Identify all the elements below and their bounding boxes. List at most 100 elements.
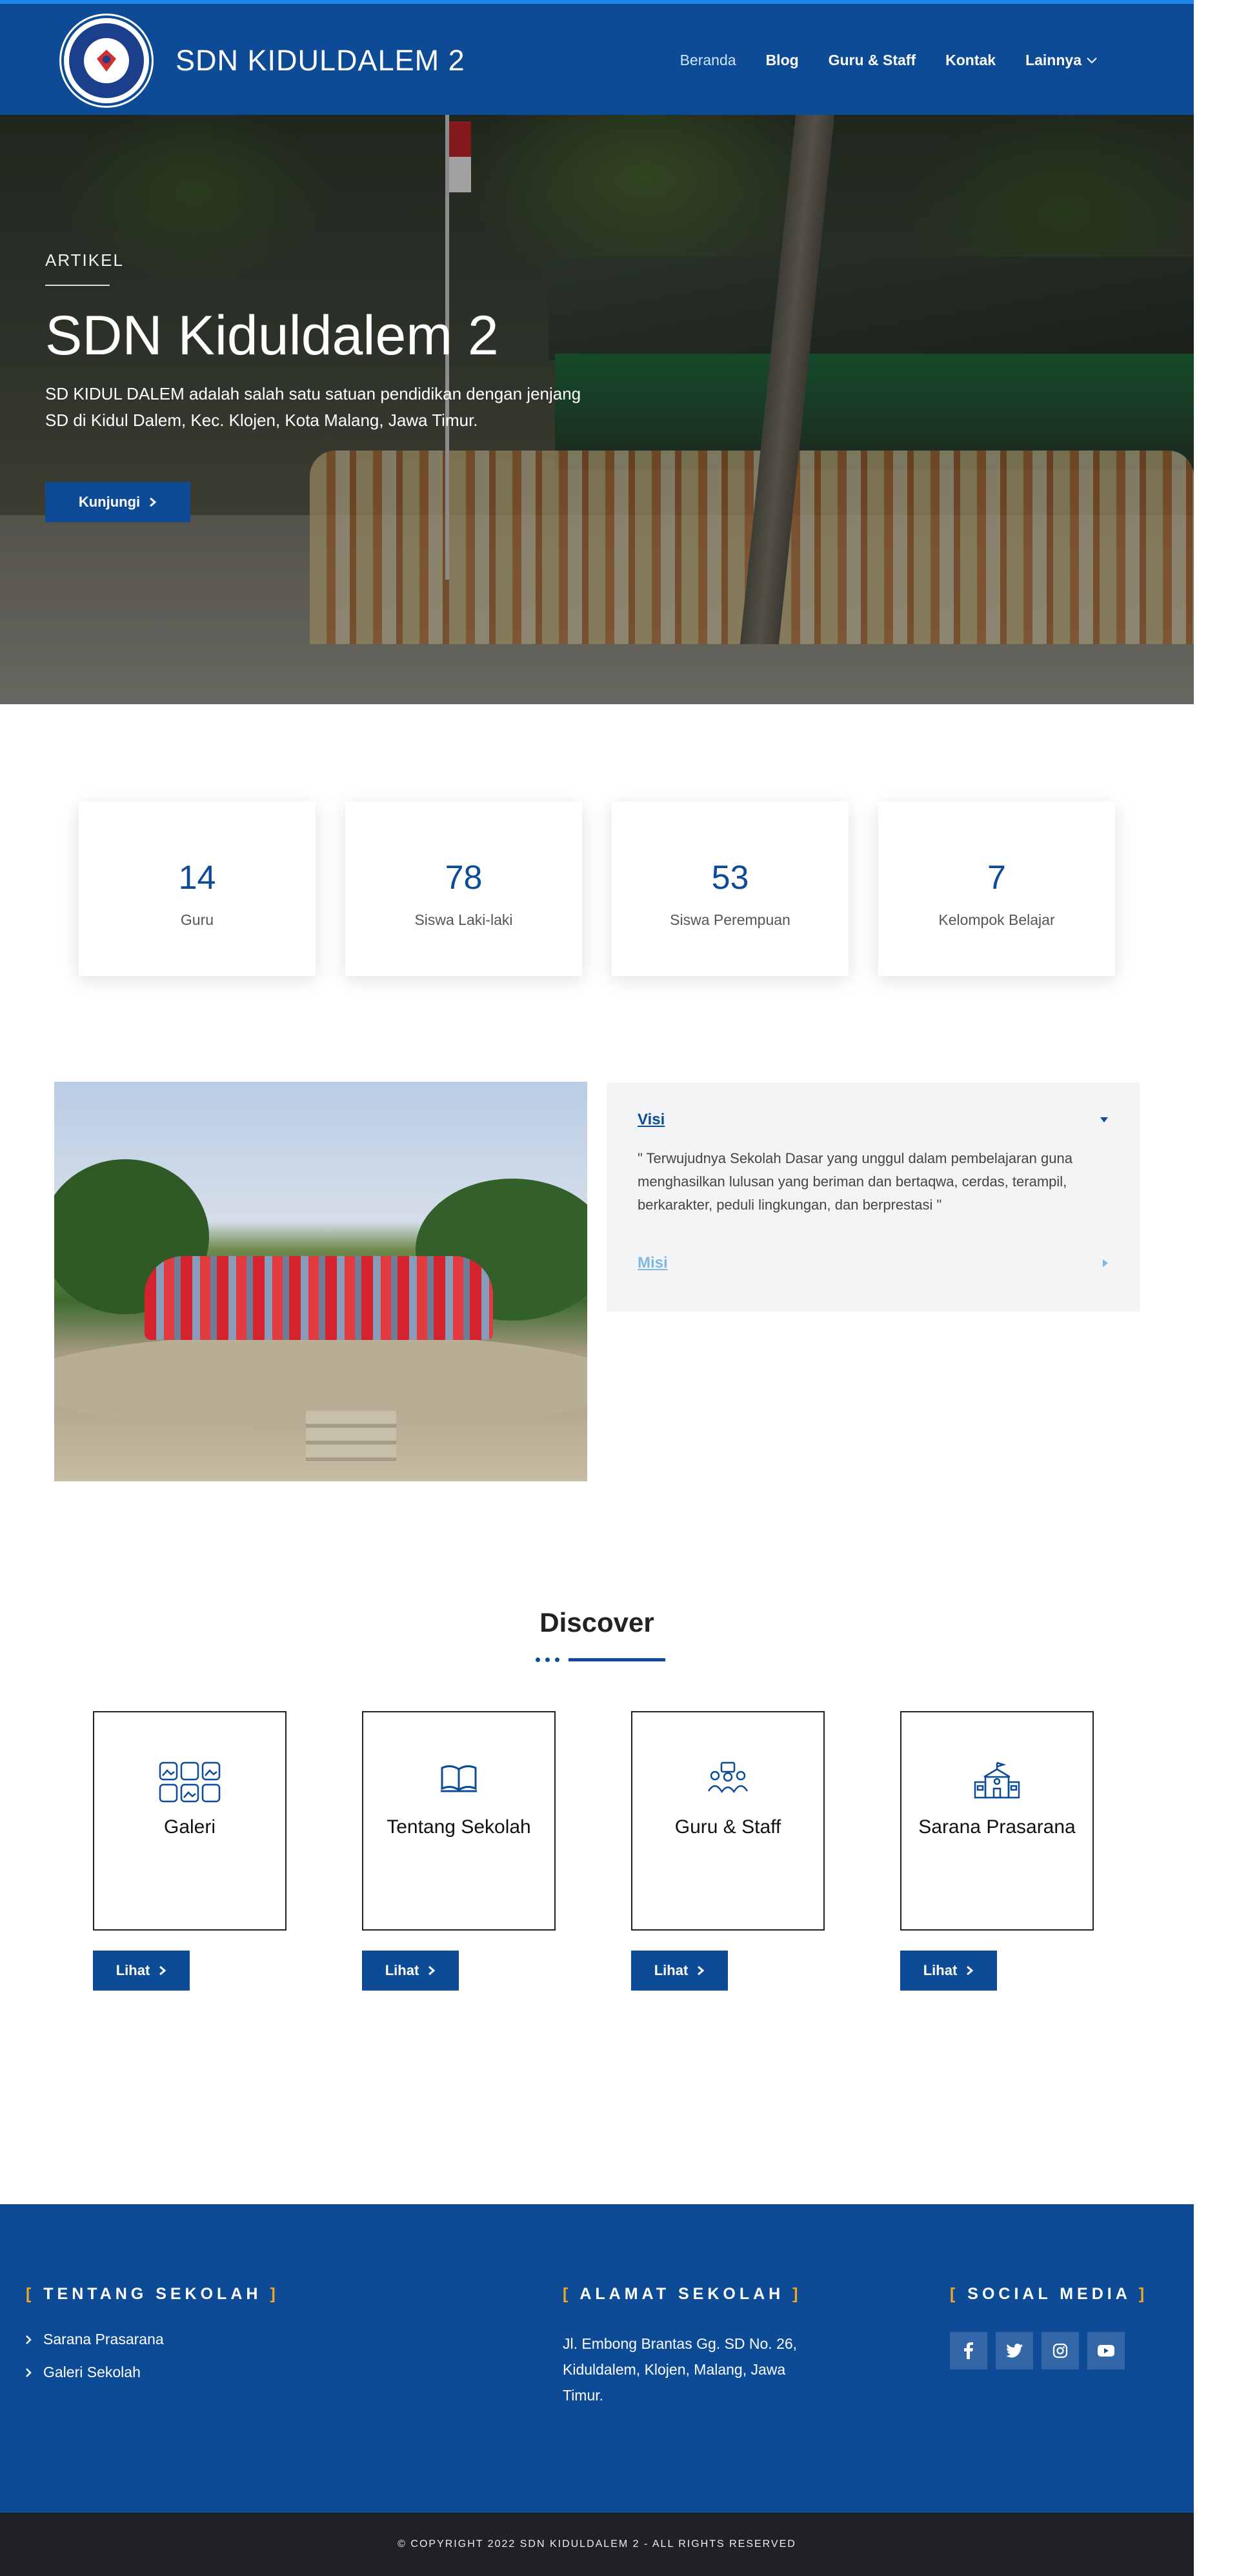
stat-value: 53 — [711, 859, 749, 897]
caret-right-icon — [1103, 1259, 1108, 1267]
twitter-button[interactable] — [996, 2332, 1033, 2369]
nav-guru-staff[interactable]: Guru & Staff — [829, 52, 916, 69]
stat-label: Siswa Perempuan — [670, 911, 790, 928]
footer-heading-text: SOCIAL MEDIA — [967, 2285, 1131, 2303]
bracket: [ — [950, 2285, 968, 2303]
footer-link-label: Galeri Sekolah — [43, 2364, 141, 2380]
visi-text: " Terwujudnya Sekolah Dasar yang unggul … — [638, 1150, 1072, 1213]
emblem-icon — [97, 50, 116, 72]
underline-bar — [569, 1658, 665, 1661]
hero-description: SD KIDUL DALEM adalah salah satu satuan … — [45, 384, 581, 430]
bracket: ] — [261, 2285, 279, 2303]
visi-title: Visi — [638, 1111, 665, 1128]
bracket: [ — [563, 2285, 580, 2303]
facebook-button[interactable] — [950, 2332, 987, 2369]
card-title: Galeri — [163, 1816, 216, 1838]
chevron-right-icon — [428, 1965, 436, 1976]
stats-section: 14 Guru 78 Siswa Laki-laki 53 Siswa Pere… — [79, 802, 1118, 976]
nav-blog[interactable]: Blog — [766, 52, 799, 69]
stat-card: 7 Kelompok Belajar — [878, 802, 1115, 976]
lihat-galeri-button[interactable]: Lihat — [93, 1951, 190, 1991]
stat-card: 78 Siswa Laki-laki — [345, 802, 582, 976]
stat-value: 14 — [178, 859, 216, 897]
people-icon — [632, 1761, 823, 1807]
stat-value: 7 — [987, 859, 1006, 897]
footer-heading-text: ALAMAT SEKOLAH — [579, 2285, 785, 2303]
visi-toggle[interactable]: Visi — [638, 1111, 1109, 1129]
kunjungi-label: Kunjungi — [78, 494, 141, 510]
school-logo[interactable] — [61, 15, 152, 106]
kunjungi-button[interactable]: Kunjungi — [45, 482, 190, 522]
stat-value: 78 — [445, 859, 483, 897]
instagram-icon — [1052, 2343, 1068, 2358]
stat-label: Guru — [180, 911, 214, 928]
footer-link-sarana[interactable]: Sarana Prasarana — [26, 2331, 279, 2348]
logo-emblem — [84, 38, 129, 83]
gallery-icon — [94, 1761, 285, 1807]
chevron-right-icon — [698, 1965, 705, 1976]
footer-heading: [ SOCIAL MEDIA ] — [950, 2285, 1148, 2304]
misi-title: Misi — [638, 1254, 668, 1272]
nav-lainnya-label: Lainnya — [1025, 52, 1082, 68]
visi-misi-accordion: Visi " Terwujudnya Sekolah Dasar yang un… — [607, 1082, 1140, 1312]
youtube-icon — [1098, 2345, 1114, 2357]
chevron-right-icon — [150, 497, 157, 507]
underline-dot — [555, 1658, 559, 1662]
students-group-photo — [54, 1082, 587, 1481]
lihat-guru-staff-button[interactable]: Lihat — [631, 1951, 728, 1991]
youtube-button[interactable] — [1087, 2332, 1125, 2369]
discover-card-guru-staff[interactable]: Guru & Staff — [631, 1711, 825, 1931]
footer-heading: [ ALAMAT SEKOLAH ] — [563, 2285, 814, 2304]
card-title: Sarana Prasarana — [918, 1816, 1076, 1838]
caret-down-icon — [1100, 1117, 1108, 1122]
nav-lainnya[interactable]: Lainnya — [1025, 52, 1097, 69]
school-building-icon — [901, 1761, 1092, 1807]
lihat-label: Lihat — [654, 1962, 689, 1978]
discover-card-tentang-sekolah[interactable]: Tentang Sekolah — [362, 1711, 556, 1931]
hero-content: ARTIKEL SDN Kiduldalem 2 SD KIDUL DALEM … — [45, 250, 600, 434]
discover-card-sarana-prasarana[interactable]: Sarana Prasarana — [900, 1711, 1094, 1931]
social-buttons — [950, 2332, 1148, 2369]
stat-card: 14 Guru — [79, 802, 316, 976]
footer-links: Sarana Prasarana Galeri Sekolah — [26, 2331, 279, 2381]
site-title[interactable]: SDN KIDULDALEM 2 — [176, 44, 465, 77]
footer-social: [ SOCIAL MEDIA ] — [950, 2285, 1148, 2369]
lihat-label: Lihat — [923, 1962, 958, 1978]
stat-label: Kelompok Belajar — [938, 911, 1055, 928]
underline-dot — [536, 1658, 540, 1662]
footer-about: [ TENTANG SEKOLAH ] Sarana Prasarana Gal… — [26, 2285, 279, 2397]
photo-students — [145, 1256, 493, 1340]
hero-title: SDN Kiduldalem 2 — [45, 305, 499, 367]
chevron-right-icon — [159, 1965, 166, 1976]
lihat-tentang-sekolah-button[interactable]: Lihat — [362, 1951, 459, 1991]
lihat-label: Lihat — [385, 1962, 419, 1978]
footer-link-galeri[interactable]: Galeri Sekolah — [26, 2364, 279, 2381]
logo-ring — [67, 21, 146, 100]
chevron-right-icon — [967, 1965, 974, 1976]
facebook-icon — [964, 2342, 973, 2359]
chevron-down-icon — [1087, 57, 1097, 63]
photo-steps — [306, 1411, 396, 1463]
stat-card: 53 Siswa Perempuan — [612, 802, 849, 976]
nav-kontak[interactable]: Kontak — [945, 52, 996, 69]
nav-beranda[interactable]: Beranda — [680, 52, 736, 69]
card-title: Guru & Staff — [674, 1816, 781, 1838]
chevron-right-icon — [26, 2368, 32, 2377]
instagram-button[interactable] — [1042, 2332, 1079, 2369]
lihat-sarana-prasarana-button[interactable]: Lihat — [900, 1951, 997, 1991]
bracket: [ — [26, 2285, 44, 2303]
copyright-bar: © COPYRIGHT 2022 SDN KIDULDALEM 2 - ALL … — [0, 2513, 1194, 2576]
underline-dot — [545, 1658, 550, 1662]
footer-link-label: Sarana Prasarana — [43, 2331, 164, 2348]
discover-underline — [536, 1658, 665, 1662]
discover-card-galeri[interactable]: Galeri — [93, 1711, 287, 1931]
misi-toggle[interactable]: Misi — [638, 1254, 1109, 1272]
hero-divider — [45, 285, 110, 286]
twitter-icon — [1006, 2344, 1023, 2358]
discover-title: Discover — [539, 1607, 654, 1638]
bracket: ] — [784, 2285, 802, 2303]
bracket: ] — [1130, 2285, 1149, 2303]
site-header: SDN KIDULDALEM 2 Beranda Blog Guru & Sta… — [0, 0, 1194, 115]
stat-label: Siswa Laki-laki — [414, 911, 513, 928]
main-nav: Beranda Blog Guru & Staff Kontak Lainnya — [680, 52, 1097, 69]
